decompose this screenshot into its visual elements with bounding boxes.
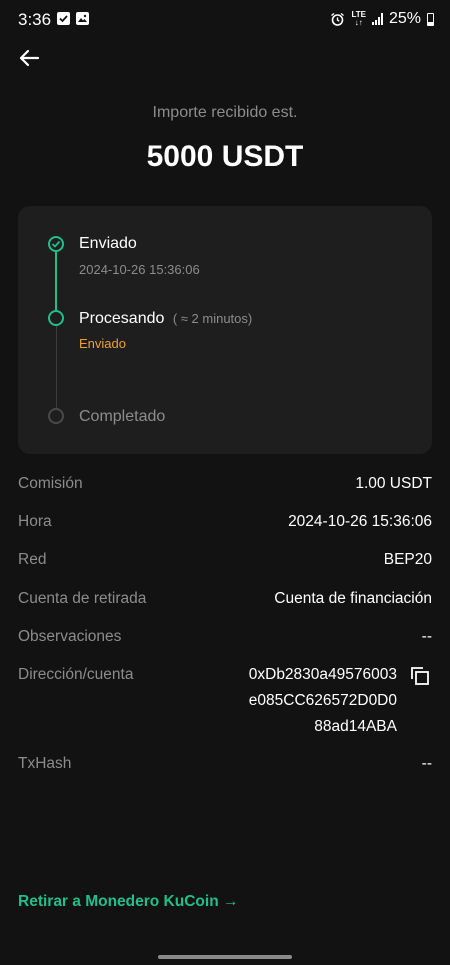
address-value[interactable]: 0xDb2830a49576003 e085CC626572D0D0 88ad1…: [249, 662, 397, 740]
progress-line-done: [55, 252, 57, 310]
time-label: Hora: [18, 513, 52, 530]
address-line: 88ad14ABA: [314, 718, 397, 735]
txhash-value: --: [421, 755, 432, 772]
txhash-label: TxHash: [18, 755, 72, 772]
progress-line-pending: [55, 326, 57, 408]
copy-icon[interactable]: [410, 666, 430, 686]
detail-row-address: Dirección/cuenta 0xDb2830a49576003 e085C…: [18, 666, 432, 746]
network-value: BEP20: [383, 551, 432, 568]
address-line: e085CC626572D0D0: [248, 692, 397, 709]
battery-percent: 25%: [388, 10, 421, 27]
time-value: 2024-10-26 15:36:06: [288, 513, 432, 530]
back-button[interactable]: [16, 44, 44, 72]
lte-icon: LTE ↓↑: [351, 10, 366, 27]
status-time: 3:36: [18, 10, 52, 29]
alarm-icon: [331, 12, 345, 26]
step-processing-label: Procesando: [79, 310, 165, 327]
progress-card: Enviado 2024-10-26 15:36:06 Procesando (…: [18, 206, 432, 454]
network-label: Red: [18, 551, 47, 568]
amount-value: 5000 USDT: [146, 140, 304, 173]
step-processing-status: Enviado: [79, 336, 126, 351]
pending-step-icon: [48, 408, 64, 424]
check-circle-icon: [48, 236, 64, 252]
step-sent-timestamp: 2024-10-26 15:36:06: [79, 262, 200, 277]
remarks-label: Observaciones: [18, 628, 122, 645]
withdraw-to-wallet-link[interactable]: Retirar a Monedero KuCoin →: [18, 893, 238, 911]
image-icon: [76, 12, 89, 25]
status-bar: 3:36 LTE ↓↑ 25%: [0, 0, 450, 40]
active-step-icon: [48, 310, 64, 326]
checkbox-icon: [57, 12, 70, 25]
account-label: Cuenta de retirada: [18, 590, 147, 607]
amount-label: Importe recibido est.: [152, 104, 298, 121]
arrow-left-icon: [19, 49, 40, 67]
step-processing-title: Procesando ( ≈ 2 minutos): [79, 310, 252, 328]
signal-icon: [371, 13, 383, 25]
fee-label: Comisión: [18, 475, 83, 492]
battery-icon: [427, 12, 434, 26]
remarks-value: --: [421, 628, 432, 645]
fee-value: 1.00 USDT: [355, 475, 432, 492]
address-line: 0xDb2830a49576003: [248, 666, 397, 683]
step-processing-eta: ( ≈ 2 minutos): [172, 311, 253, 326]
home-indicator[interactable]: [158, 955, 292, 959]
step-sent-title: Enviado: [79, 235, 137, 252]
address-label: Dirección/cuenta: [18, 666, 134, 683]
step-completed-title: Completado: [79, 408, 166, 425]
account-value: Cuenta de financiación: [274, 590, 432, 607]
